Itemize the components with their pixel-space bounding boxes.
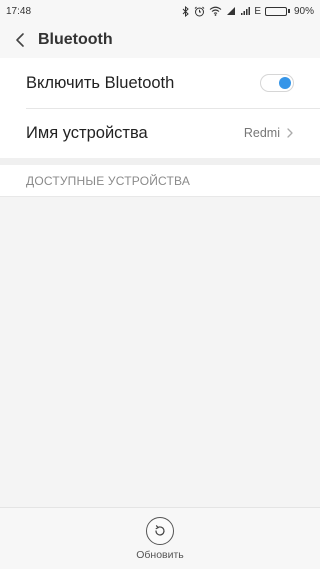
battery-percent: 90% — [293, 5, 314, 17]
available-devices-title: ДОСТУПНЫЕ УСТРОЙСТВА — [26, 173, 191, 188]
section-divider — [0, 158, 320, 165]
alarm-icon — [194, 6, 205, 17]
status-icons: E 90% — [182, 5, 314, 17]
bluetooth-toggle-label: Включить Bluetooth — [26, 73, 175, 92]
page-title: Bluetooth — [38, 31, 113, 48]
device-name-label: Имя устройства — [26, 123, 148, 142]
refresh-icon — [145, 516, 174, 545]
bluetooth-settings-screen: 17:48 E 90% Bluetooth Включить Bluetooth… — [0, 0, 320, 569]
device-name-value: Redmi — [243, 126, 280, 140]
available-devices-list — [0, 198, 320, 507]
status-bar: 17:48 E 90% — [0, 0, 320, 22]
available-devices-header: ДОСТУПНЫЕ УСТРОЙСТВА — [0, 165, 320, 197]
bluetooth-icon — [182, 5, 190, 17]
toggle-knob — [279, 77, 291, 89]
refresh-button[interactable]: Обновить — [136, 516, 184, 561]
status-time: 17:48 — [6, 5, 32, 17]
settings-list: Включить Bluetooth Имя устройства Redmi — [0, 58, 320, 158]
wifi-icon — [209, 6, 222, 16]
bluetooth-toggle-switch[interactable] — [260, 74, 294, 92]
bluetooth-toggle-row[interactable]: Включить Bluetooth — [0, 58, 320, 108]
signal-icon — [240, 6, 251, 16]
network-type: E — [254, 5, 261, 17]
chevron-right-icon — [287, 128, 293, 138]
refresh-label: Обновить — [136, 548, 184, 561]
bottom-bar: Обновить — [0, 507, 320, 569]
battery-icon — [264, 6, 290, 16]
back-button[interactable] — [2, 22, 38, 58]
app-header: Bluetooth — [0, 22, 320, 58]
device-name-row[interactable]: Имя устройства Redmi — [0, 108, 320, 158]
signal-icon — [226, 6, 236, 16]
chevron-left-icon — [16, 33, 24, 47]
